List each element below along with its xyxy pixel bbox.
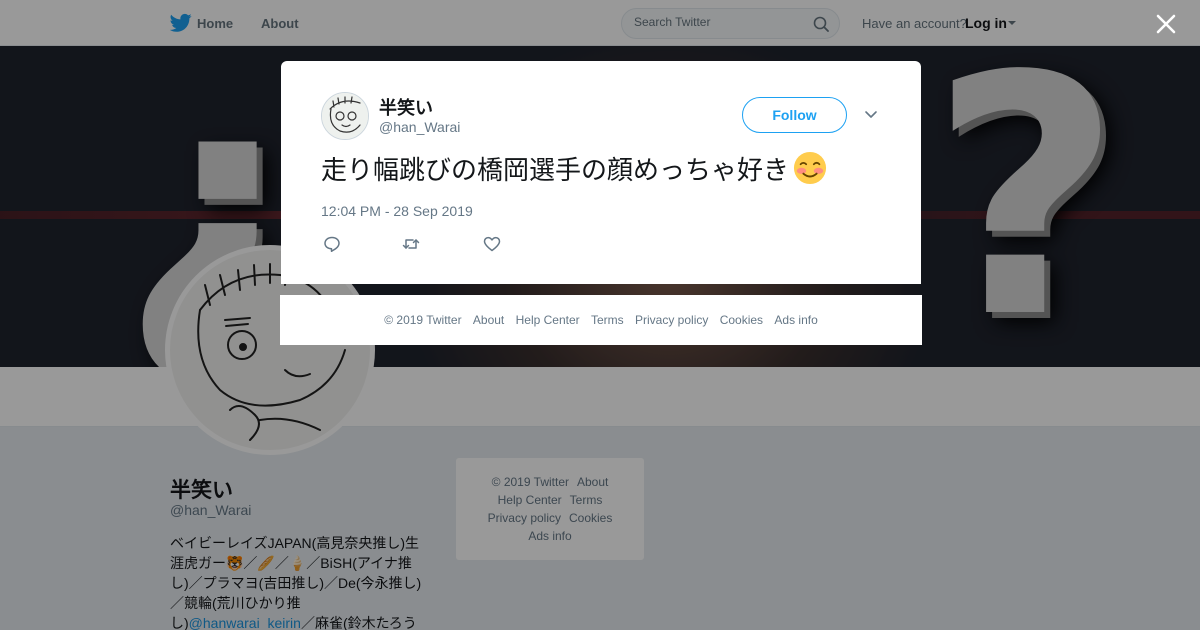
footer-copyright: © 2019 Twitter <box>384 313 462 327</box>
tweet-author-handle[interactable]: @han_Warai <box>379 119 460 135</box>
tweet-text: 走り幅跳びの橋岡選手の顔めっちゃ好き <box>321 150 827 190</box>
tweet-timestamp[interactable]: 12:04 PM - 28 Sep 2019 <box>321 203 473 219</box>
retweet-icon[interactable] <box>402 235 420 253</box>
modal-footer: © 2019 Twitter About Help Center Terms P… <box>280 295 922 345</box>
footer-about-link[interactable]: About <box>473 313 504 327</box>
footer-privacy-link[interactable]: Privacy policy <box>635 313 708 327</box>
tweet-author-name[interactable]: 半笑い <box>379 94 433 120</box>
smiling-face-blushing-icon <box>793 151 827 185</box>
tweet-modal: 半笑い @han_Warai Follow 走り幅跳びの橋岡選手の顔めっちゃ好き… <box>281 61 921 284</box>
avatar-drawing <box>322 93 368 139</box>
footer-terms-link[interactable]: Terms <box>591 313 624 327</box>
reply-icon[interactable] <box>323 235 341 253</box>
heart-icon[interactable] <box>483 235 501 253</box>
footer-cookies-link[interactable]: Cookies <box>720 313 763 327</box>
footer-ads-link[interactable]: Ads info <box>774 313 817 327</box>
follow-button[interactable]: Follow <box>742 97 847 133</box>
tweet-author-avatar[interactable] <box>321 92 369 140</box>
tweet-body: 走り幅跳びの橋岡選手の顔めっちゃ好き <box>321 155 790 185</box>
close-icon[interactable] <box>1154 12 1178 36</box>
chevron-down-icon[interactable] <box>864 109 878 121</box>
footer-help-link[interactable]: Help Center <box>516 313 580 327</box>
